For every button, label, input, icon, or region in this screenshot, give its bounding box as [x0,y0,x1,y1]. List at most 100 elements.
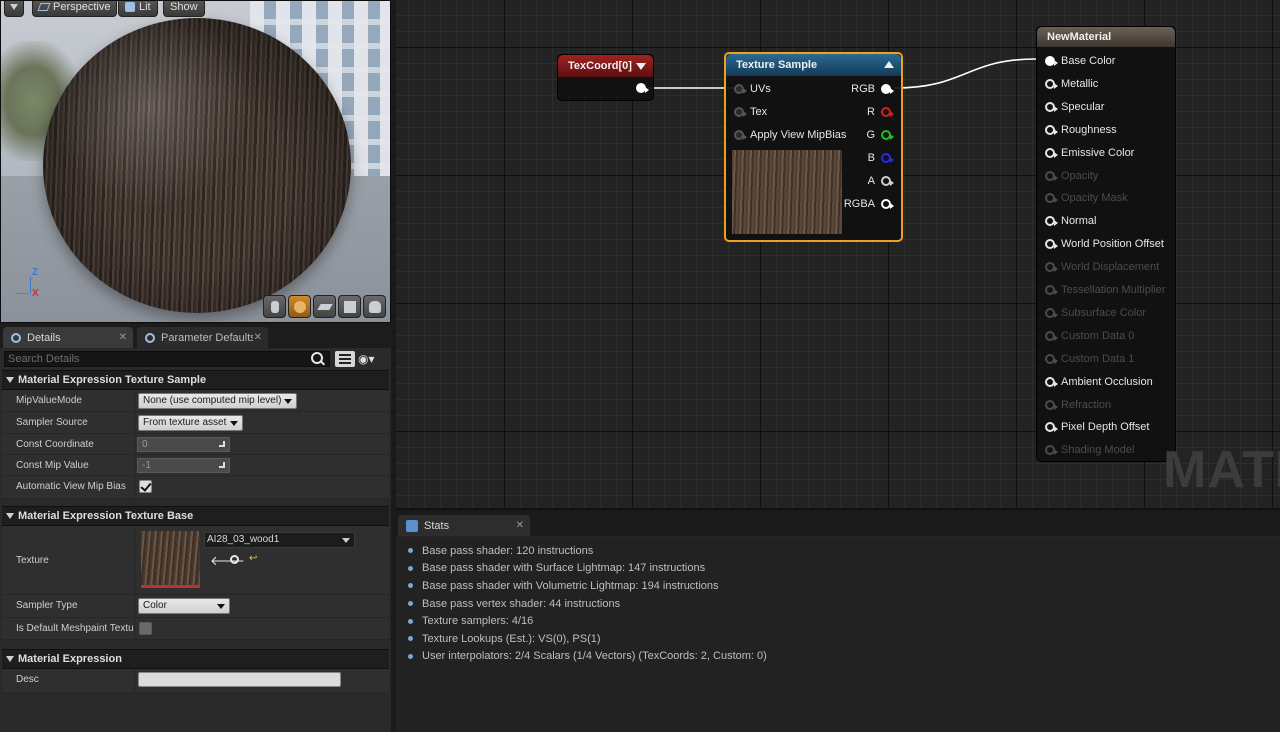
search-details-input[interactable]: Search Details [4,351,330,367]
sampler-source-dropdown[interactable]: From texture asset [138,415,243,431]
r-output-pin[interactable]: R [867,106,894,118]
plane-preview-button[interactable] [313,295,336,318]
custom-mesh-preview-button[interactable] [363,295,386,318]
preview-sphere[interactable] [43,18,351,313]
cube-preview-button[interactable] [338,295,361,318]
dropdown-value: None (use computed mip level) [143,395,282,406]
pin-connected-icon [636,83,649,93]
rgb-to-base-color-wire [893,58,1037,89]
view-options-eye-icon[interactable]: ◉▾ [358,352,375,366]
texture-sample-node-header[interactable]: Texture Sample [726,54,901,76]
viewport-options-button[interactable] [4,1,24,17]
search-icon[interactable] [311,352,323,364]
pin-label: G [866,129,875,141]
stat-text: Texture samplers: 4/16 [422,615,534,628]
a-output-pin[interactable]: A [868,175,894,187]
category-material-expression[interactable]: Material Expression [2,649,389,669]
plane-icon [316,303,333,310]
material-input-pin[interactable]: Metallic [1045,78,1098,90]
sphere-preview-button[interactable] [288,295,311,318]
auto-view-mip-bias-checkbox[interactable] [139,480,152,493]
tab-details[interactable]: Details ✕ [3,327,133,348]
lit-button[interactable]: Lit [118,1,158,17]
reset-to-default-icon[interactable]: ↩ [249,553,257,564]
category-texture-base[interactable]: Material Expression Texture Base [2,506,389,526]
show-label: Show [170,1,198,13]
cylinder-preview-button[interactable] [263,295,286,318]
b-output-pin[interactable]: B [868,152,894,164]
mip-value-mode-dropdown[interactable]: None (use computed mip level) [138,393,297,409]
const-mip-value-field[interactable]: -1 [137,458,230,473]
rgba-output-pin[interactable]: RGBA [843,198,894,210]
material-input-pin: World Displacement [1045,261,1159,273]
prop-mip-value-mode: MipValueMode None (use computed mip leve… [2,390,389,412]
browse-asset-icon[interactable] [230,555,239,564]
new-material-node[interactable]: NewMaterial Base Color Metallic Specular Ro… [1036,26,1176,462]
pin-icon [1045,330,1058,341]
close-icon[interactable]: ✕ [516,520,524,531]
texcoord-node[interactable]: TexCoord[0] [557,54,654,101]
is-default-meshpaint-checkbox[interactable] [139,622,152,635]
new-material-node-header[interactable]: NewMaterial [1037,27,1175,47]
collapse-up-icon[interactable] [884,61,894,68]
close-icon[interactable]: ✕ [119,332,127,343]
desc-text-field[interactable] [138,672,341,687]
bullet-icon [408,601,413,607]
stat-line: User interpolators: 2/4 Scalars (1/4 Vec… [396,648,1280,666]
pin-icon [1045,101,1058,112]
pin-label: Opacity [1061,169,1099,182]
pin-label: RGBA [843,198,875,210]
pin-icon [1045,239,1058,250]
pin-icon [734,130,747,140]
tab-details-label: Details [27,331,61,344]
bullet-icon [408,636,413,642]
pin-label: Custom Data 0 [1061,329,1135,342]
texture-thumbnail[interactable] [141,531,200,588]
stats-icon [406,519,418,532]
property-matrix-button[interactable] [335,351,355,367]
column-divider [134,669,135,692]
texcoord-node-header[interactable]: TexCoord[0] [558,55,653,77]
bullet-icon [408,653,413,659]
apply-view-mipbias-input-pin[interactable]: Apply View MipBias [734,129,846,141]
material-input-pin: Refraction [1045,399,1111,411]
material-input-pin[interactable]: Base Color [1045,55,1115,67]
texcoord-output-pin[interactable] [636,83,649,93]
perspective-button[interactable]: Perspective [32,1,118,17]
material-input-pin[interactable]: Emissive Color [1045,147,1134,159]
rgb-output-pin[interactable]: RGB [851,83,894,95]
prop-label: Texture [16,555,49,566]
material-input-pin[interactable]: Normal [1045,215,1096,227]
uvs-input-pin[interactable]: UVs [734,83,771,95]
tab-stats[interactable]: Stats ✕ [398,515,530,536]
pin-icon [1045,422,1058,433]
tab-parameter-defaults[interactable]: Parameter Defaults ✕ [137,327,268,348]
close-icon[interactable]: ✕ [254,332,262,343]
pin-icon [881,153,894,163]
material-graph-canvas[interactable]: TexCoord[0] Texture Sample UVs Tex Apply… [396,0,1280,510]
material-input-pin[interactable]: World Position Offset [1045,238,1164,250]
chevron-down-icon [284,399,292,404]
g-output-pin[interactable]: G [866,129,894,141]
pin-icon [881,199,894,209]
material-input-pin: Tessellation Multiplier [1045,284,1166,296]
field-value: 0 [142,439,148,450]
collapse-arrow-icon[interactable] [636,63,646,70]
material-input-pin[interactable]: Specular [1045,101,1104,113]
material-preview-viewport[interactable]: Perspective Lit Show Z X [0,0,391,323]
texture-sample-node[interactable]: Texture Sample UVs Tex Apply View MipBia… [724,52,903,242]
show-button[interactable]: Show [163,1,205,17]
sampler-type-dropdown[interactable]: Color [138,598,230,614]
material-input-pin[interactable]: Ambient Occlusion [1045,376,1153,388]
use-selected-asset-icon[interactable]: 🡐 [210,553,245,569]
tex-input-pin[interactable]: Tex [734,106,767,118]
pin-icon [1045,376,1058,387]
const-coordinate-field[interactable]: 0 [137,437,230,452]
pin-label: R [867,106,875,118]
material-input-pin: Custom Data 1 [1045,353,1134,365]
material-input-pin[interactable]: Roughness [1045,124,1117,136]
texture-asset-picker[interactable]: AI28_03_wood1 [204,532,355,548]
category-texture-sample[interactable]: Material Expression Texture Sample [2,370,389,390]
column-divider [134,595,135,617]
material-input-pin[interactable]: Pixel Depth Offset [1045,421,1149,433]
